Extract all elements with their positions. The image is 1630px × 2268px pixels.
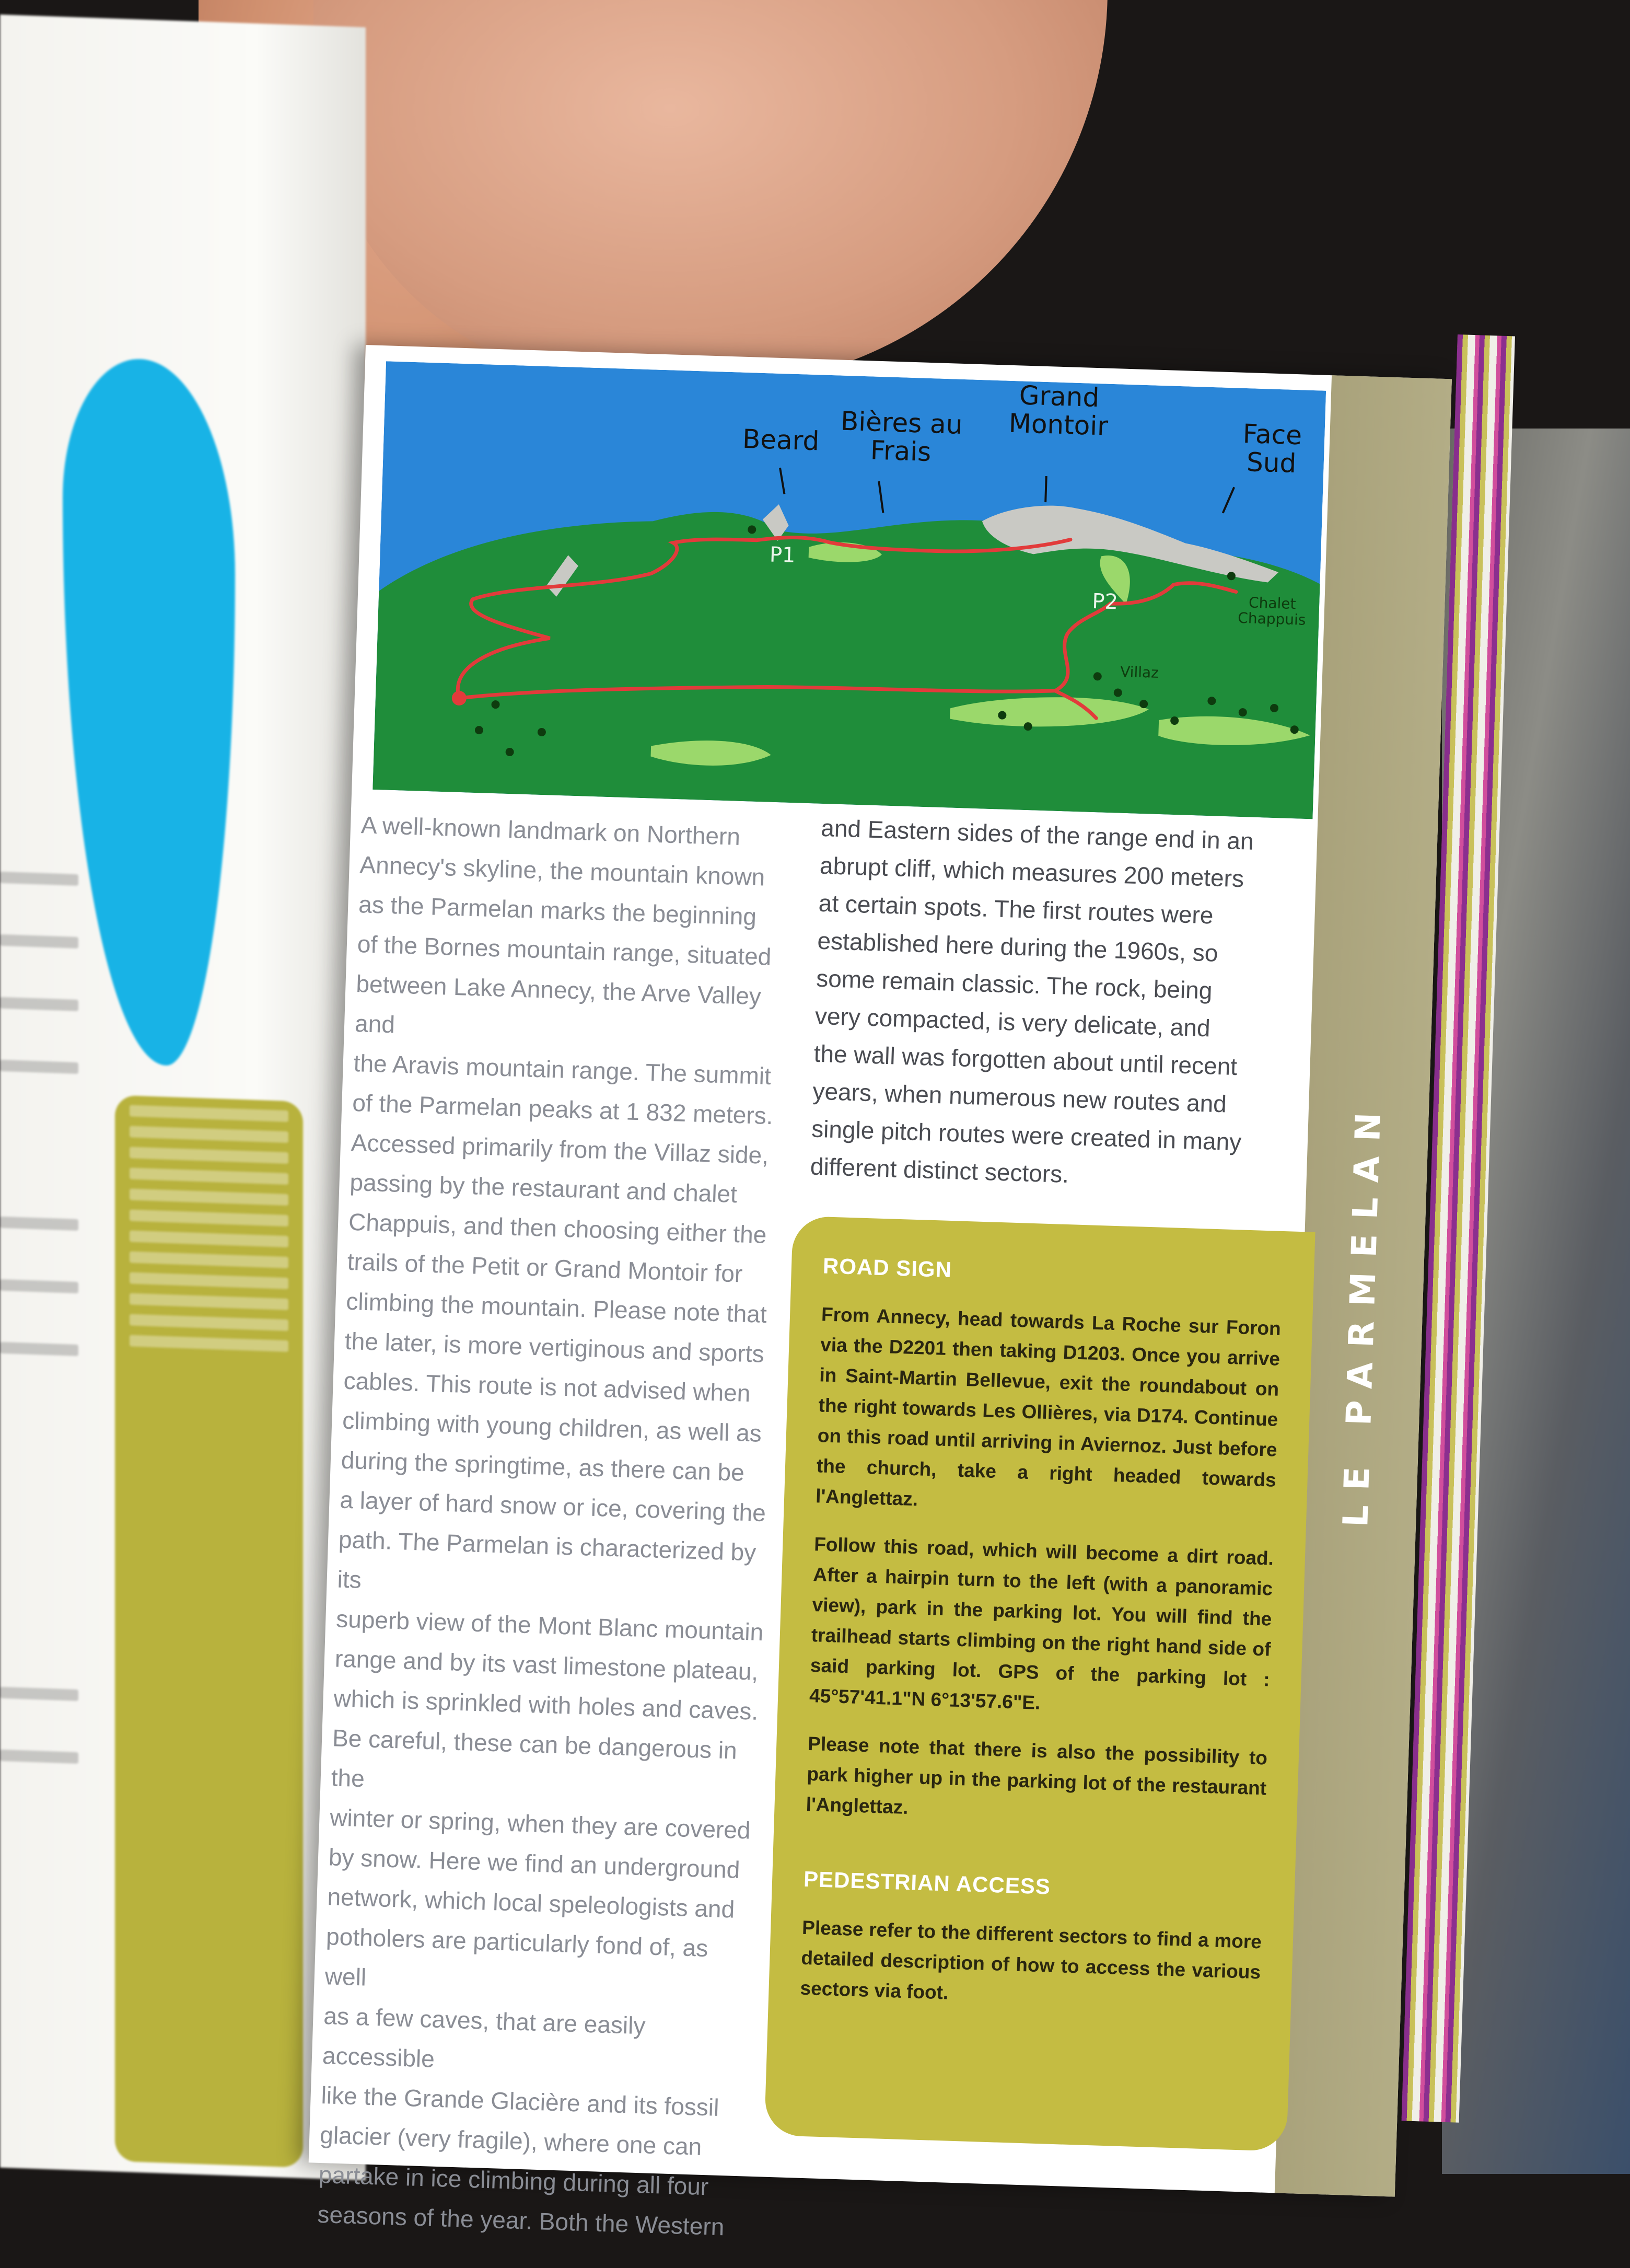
chapter-title-text: LE PARMELAN [1335, 1097, 1390, 1528]
left-page [0, 14, 366, 2181]
continued-paragraph: and Eastern sides of the range end in an… [810, 814, 1254, 1188]
road-sign-paragraph: Please note that there is also the possi… [806, 1732, 1268, 1818]
left-page-text-line [0, 1279, 78, 1294]
map-label-grand-montoir: Grand Montoir [1008, 380, 1109, 442]
map-label-bieres-au-frais: Bières au Frais [840, 406, 963, 468]
road-sign-heading: ROAD SIGN [822, 1253, 952, 1282]
left-page-text-line [0, 1216, 78, 1231]
book-page: LE PARMELAN Beard Bières au Frais Grand … [308, 345, 1452, 2240]
map-label-chalet-chappuis: Chalet Chappuis [1237, 594, 1306, 629]
map-label-beard: Beard [742, 423, 820, 457]
intro-paragraph: A well-known landmark on Northern Annecy… [317, 811, 774, 2241]
pedestrian-access-heading: PEDESTRIAN ACCESS [803, 1866, 1051, 1899]
left-page-text-line [0, 1749, 78, 1764]
left-page-text-line [0, 934, 78, 949]
map-label-p2: P2 [1091, 589, 1119, 615]
road-sign-paragraph: Follow this road, which will become a di… [809, 1533, 1274, 1714]
mountain-map: Beard Bières au Frais Grand Montoir Face… [372, 361, 1326, 819]
road-sign-box: ROAD SIGN From Annecy, head towards La R… [764, 1216, 1315, 2152]
road-sign-paragraph: From Annecy, head towards La Roche sur F… [815, 1303, 1282, 1510]
map-label-p1: P1 [769, 542, 796, 568]
left-page-text-line [0, 997, 78, 1012]
left-page-info-box [115, 1095, 303, 2168]
map-label-face-sud: Face Sud [1242, 418, 1302, 479]
lake-map-illustration [63, 356, 235, 1068]
pedestrian-access-paragraph: Please refer to the different sectors to… [800, 1916, 1262, 2004]
chapter-title: LE PARMELAN [1297, 1097, 1428, 1527]
map-label-villaz: Villaz [1120, 663, 1159, 681]
left-page-text-line [0, 1686, 78, 1702]
left-page-text-line [0, 1341, 78, 1357]
left-page-text-line [0, 1059, 78, 1074]
left-page-text-line [0, 871, 78, 886]
